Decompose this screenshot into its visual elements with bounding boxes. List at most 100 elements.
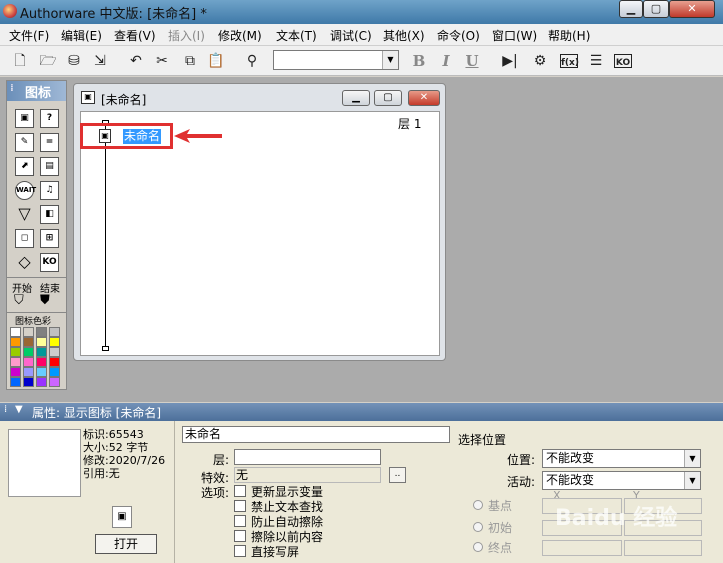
control-panel-icon[interactable]: ⚙ bbox=[530, 51, 550, 71]
start-flag-icon[interactable]: ⛉ bbox=[14, 293, 24, 308]
effect-browse-button[interactable]: .. bbox=[389, 467, 406, 483]
position-group-label: 选择位置 bbox=[458, 433, 507, 447]
font-combo[interactable]: ▼ bbox=[273, 50, 399, 70]
variables-icon[interactable]: ☰ bbox=[586, 51, 606, 71]
menu-view[interactable]: 查看(V) bbox=[114, 27, 156, 44]
open-button[interactable]: 打开 bbox=[95, 534, 157, 554]
minimize-button[interactable]: ▁ bbox=[619, 0, 643, 18]
undo-icon[interactable]: ↶ bbox=[126, 51, 146, 71]
menu-command[interactable]: 命令(O) bbox=[437, 27, 480, 44]
option-checkbox[interactable] bbox=[234, 530, 246, 542]
color-swatch[interactable] bbox=[10, 367, 21, 377]
menu-file[interactable]: 文件(F) bbox=[9, 27, 49, 44]
color-swatch[interactable] bbox=[23, 347, 34, 357]
chevron-down-icon[interactable]: ▼ bbox=[382, 51, 398, 69]
open-icon[interactable]: 🗁 bbox=[38, 51, 58, 71]
chevron-down-icon[interactable]: ▼ bbox=[684, 472, 700, 489]
color-swatch[interactable] bbox=[10, 377, 21, 387]
option-checkbox[interactable] bbox=[234, 500, 246, 512]
flow-minimize-button[interactable]: ▁ bbox=[342, 90, 370, 106]
import-icon[interactable]: ⇲ bbox=[90, 51, 110, 71]
color-swatch[interactable] bbox=[49, 327, 60, 337]
color-swatch[interactable] bbox=[23, 357, 34, 367]
color-swatch[interactable] bbox=[49, 347, 60, 357]
color-swatch[interactable] bbox=[36, 327, 47, 337]
color-swatch[interactable] bbox=[23, 337, 34, 347]
bold-button[interactable]: B bbox=[409, 51, 429, 71]
digital-movie-icon[interactable]: ▤ bbox=[40, 157, 59, 176]
color-swatch[interactable] bbox=[49, 357, 60, 367]
menu-modify[interactable]: 修改(M) bbox=[218, 27, 262, 44]
modified-value: 2020/7/26 bbox=[108, 454, 166, 467]
chevron-down-icon[interactable]: ▼ bbox=[684, 450, 700, 467]
menu-edit[interactable]: 编辑(E) bbox=[61, 27, 102, 44]
layer-label: 层: bbox=[213, 453, 230, 467]
knowledge-objects-icon[interactable]: KO bbox=[614, 54, 632, 68]
color-swatch[interactable] bbox=[23, 377, 34, 387]
menu-debug[interactable]: 调试(C) bbox=[330, 27, 372, 44]
flow-maximize-button[interactable]: ▢ bbox=[374, 90, 402, 106]
motion-icon[interactable]: ? bbox=[40, 109, 59, 128]
menu-window[interactable]: 窗口(W) bbox=[492, 27, 537, 44]
copy-icon[interactable]: ⧉ bbox=[180, 51, 200, 71]
decision-icon[interactable]: ▽ bbox=[15, 205, 34, 224]
erase-icon[interactable]: ✎ bbox=[15, 133, 34, 152]
color-swatch[interactable] bbox=[49, 337, 60, 347]
find-icon[interactable]: ⚲ bbox=[242, 51, 262, 71]
end-radio[interactable] bbox=[473, 542, 483, 552]
knowledge-object-icon[interactable]: KO bbox=[40, 253, 59, 272]
interaction-icon[interactable]: ◇ bbox=[15, 253, 34, 272]
close-button[interactable]: ✕ bbox=[669, 0, 715, 18]
save-all-icon[interactable]: ⛁ bbox=[64, 51, 84, 71]
wait-icon[interactable]: WAIT bbox=[15, 181, 36, 200]
initial-radio[interactable] bbox=[473, 522, 483, 532]
color-swatch[interactable] bbox=[10, 357, 21, 367]
color-swatch[interactable] bbox=[23, 367, 34, 377]
color-swatch[interactable] bbox=[10, 327, 21, 337]
color-swatch[interactable] bbox=[36, 357, 47, 367]
cut-icon[interactable]: ✂ bbox=[152, 51, 172, 71]
menu-help[interactable]: 帮助(H) bbox=[548, 27, 590, 44]
new-icon[interactable]: 🗋 bbox=[10, 51, 30, 71]
restart-icon[interactable]: ▶| bbox=[500, 51, 520, 71]
properties-title-bar[interactable]: ⁞ ▼ 属性: 显示图标 [未命名] bbox=[0, 403, 723, 421]
color-swatch[interactable] bbox=[10, 347, 21, 357]
functions-icon[interactable]: f(x) bbox=[560, 54, 579, 68]
color-swatch[interactable] bbox=[23, 327, 34, 337]
navigate-icon[interactable]: ⬈ bbox=[15, 157, 34, 176]
color-swatch[interactable] bbox=[36, 367, 47, 377]
color-swatch[interactable] bbox=[36, 377, 47, 387]
menu-insert[interactable]: 插入(I) bbox=[168, 27, 205, 44]
color-swatch[interactable] bbox=[10, 337, 21, 347]
info-block: 标识:65543 大小:52 字节 修改:2020/7/26 引用:无 bbox=[83, 428, 165, 480]
option-checkbox[interactable] bbox=[234, 485, 246, 497]
sound-icon[interactable]: ♫ bbox=[40, 181, 59, 200]
layer-field[interactable] bbox=[234, 449, 381, 465]
color-swatch[interactable] bbox=[36, 337, 47, 347]
maximize-button[interactable]: ▢ bbox=[643, 0, 669, 18]
menu-text[interactable]: 文本(T) bbox=[276, 27, 317, 44]
end-flag-icon[interactable]: ⛊ bbox=[40, 293, 50, 308]
underline-button[interactable]: U bbox=[462, 51, 482, 71]
annotation-arrow-icon bbox=[174, 129, 222, 143]
color-swatch[interactable] bbox=[49, 367, 60, 377]
active-select[interactable]: 不能改变 ▼ bbox=[542, 471, 701, 490]
menu-other[interactable]: 其他(X) bbox=[383, 27, 425, 44]
map-icon[interactable]: ⊞ bbox=[40, 229, 59, 248]
collapse-icon[interactable]: ▼ bbox=[15, 404, 23, 415]
paste-icon[interactable]: 📋 bbox=[206, 51, 226, 71]
display-icon[interactable]: ▣ bbox=[15, 109, 34, 128]
calculation-icon[interactable]: = bbox=[40, 133, 59, 152]
video-icon[interactable]: ◧ bbox=[40, 205, 59, 224]
italic-button[interactable]: I bbox=[436, 51, 456, 71]
palette-header[interactable]: ⁞ 图标 bbox=[7, 81, 66, 101]
base-radio[interactable] bbox=[473, 500, 483, 510]
option-checkbox[interactable] bbox=[234, 515, 246, 527]
option-checkbox[interactable] bbox=[234, 545, 246, 557]
color-swatch[interactable] bbox=[49, 377, 60, 387]
flow-close-button[interactable]: ✕ bbox=[408, 90, 440, 106]
position-select[interactable]: 不能改变 ▼ bbox=[542, 449, 701, 468]
framework-icon[interactable]: ◻ bbox=[15, 229, 34, 248]
color-swatch[interactable] bbox=[36, 347, 47, 357]
icon-name-field[interactable]: 未命名 bbox=[182, 426, 450, 443]
